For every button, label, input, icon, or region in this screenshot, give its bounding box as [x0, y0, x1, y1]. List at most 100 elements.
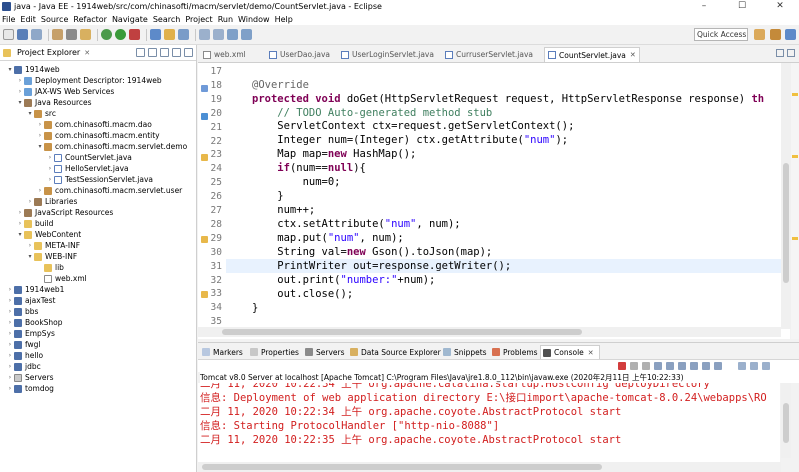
close-icon[interactable]: ✕: [84, 49, 90, 57]
menu-run[interactable]: Run: [218, 15, 233, 24]
forward-icon[interactable]: [241, 29, 252, 40]
tree-item[interactable]: ▾ com.chinasofti.macm.servlet.demo: [36, 141, 187, 152]
expand-arrow-icon[interactable]: ›: [16, 77, 24, 84]
tree-item[interactable]: › com.chinasofti.macm.servlet.user: [36, 185, 182, 196]
scroll-thumb[interactable]: [783, 163, 789, 283]
menu-file[interactable]: File: [2, 15, 15, 24]
project-explorer-tab[interactable]: Project Explorer ✕: [0, 45, 196, 61]
expand-arrow-icon[interactable]: ›: [6, 319, 14, 326]
collapse-arrow-icon[interactable]: ▾: [16, 99, 24, 106]
tree-item[interactable]: › fwgl: [6, 339, 41, 350]
tab-userloginservlet-java[interactable]: UserLoginServlet.java: [338, 47, 440, 62]
tree-item[interactable]: › Libraries: [26, 196, 78, 207]
tab-problems[interactable]: Problems: [490, 345, 538, 359]
tree-item[interactable]: ▾ src: [26, 108, 55, 119]
expand-arrow-icon[interactable]: ›: [6, 330, 14, 337]
tab-web-xml[interactable]: web.xml: [200, 47, 264, 62]
tab-curruserservlet-java[interactable]: CurruserServlet.java: [442, 47, 542, 62]
menu-project[interactable]: Project: [185, 15, 212, 24]
maximize-editor-icon[interactable]: [787, 49, 795, 57]
menu-edit[interactable]: Edit: [20, 15, 36, 24]
debug-icon[interactable]: [101, 29, 112, 40]
tree-item[interactable]: › HelloServlet.java: [46, 163, 129, 174]
tree-item[interactable]: › 1914web1: [6, 284, 65, 295]
collapse-arrow-icon[interactable]: ▾: [16, 231, 24, 238]
collapse-arrow-icon[interactable]: ▾: [26, 110, 34, 117]
tree-item[interactable]: › ajaxTest: [6, 295, 56, 306]
expand-arrow-icon[interactable]: ›: [26, 242, 34, 249]
warning-overview-mark[interactable]: [792, 93, 798, 96]
remove-all-icon[interactable]: [642, 362, 650, 370]
tab-markers[interactable]: Markers: [200, 345, 243, 359]
collapse-all-icon[interactable]: [136, 48, 145, 57]
word-wrap-icon[interactable]: [678, 362, 686, 370]
build-icon[interactable]: [52, 29, 63, 40]
collapse-arrow-icon[interactable]: ▾: [36, 143, 44, 150]
minimize-view-icon[interactable]: [750, 362, 758, 370]
close-window-button[interactable]: ✕: [761, 0, 799, 13]
display-console-icon[interactable]: [702, 362, 710, 370]
tree-item[interactable]: ▾ Java Resources: [16, 97, 91, 108]
tab-data-source-explorer[interactable]: Data Source Explorer: [348, 345, 441, 359]
menu-refactor[interactable]: Refactor: [73, 15, 107, 24]
view-menu-icon[interactable]: [160, 48, 169, 57]
scroll-lock-icon[interactable]: [666, 362, 674, 370]
tree-item[interactable]: › com.chinasofti.macm.dao: [36, 119, 152, 130]
collapse-arrow-icon[interactable]: ▾: [26, 253, 34, 260]
close-tab-icon[interactable]: ✕: [588, 349, 594, 357]
tab-console[interactable]: Console ✕: [540, 345, 600, 359]
back-icon[interactable]: [227, 29, 238, 40]
expand-arrow-icon[interactable]: ›: [6, 341, 14, 348]
new-icon[interactable]: [3, 29, 14, 40]
tree-item[interactable]: › BookShop: [6, 317, 63, 328]
close-tab-icon[interactable]: ✕: [630, 51, 636, 59]
quick-access-field[interactable]: Quick Access: [694, 28, 748, 41]
new-class-icon[interactable]: [150, 29, 161, 40]
open-type-icon[interactable]: [164, 29, 175, 40]
tab-snippets[interactable]: Snippets: [441, 345, 487, 359]
collapse-arrow-icon[interactable]: ▾: [6, 66, 14, 73]
save-all-icon[interactable]: [31, 29, 42, 40]
tree-item[interactable]: › Servers: [6, 372, 54, 383]
java-perspective-icon[interactable]: [785, 29, 796, 40]
editor-vertical-scrollbar[interactable]: [781, 63, 791, 329]
tree-item[interactable]: › CountServlet.java: [46, 152, 132, 163]
expand-arrow-icon[interactable]: ›: [36, 121, 44, 128]
code-editor[interactable]: 17 18 19 20 21 22 23 24 25 26 27 28 29 30 31 32 33 34 35 @…: [198, 63, 790, 339]
clear-console-icon[interactable]: [654, 362, 662, 370]
console-vertical-scrollbar[interactable]: [781, 383, 791, 458]
tree-item[interactable]: › META-INF: [26, 240, 80, 251]
link-editor-icon[interactable]: [148, 48, 157, 57]
expand-arrow-icon[interactable]: ›: [6, 374, 14, 381]
tree-item[interactable]: › com.chinasofti.macm.entity: [36, 130, 160, 141]
maximize-view-icon[interactable]: [762, 362, 770, 370]
scroll-thumb[interactable]: [222, 329, 582, 335]
minimize-view-icon[interactable]: [172, 48, 181, 57]
tree-item[interactable]: web.xml: [36, 273, 87, 284]
expand-arrow-icon[interactable]: ›: [6, 385, 14, 392]
open-console-icon[interactable]: [714, 362, 722, 370]
expand-arrow-icon[interactable]: ›: [6, 286, 14, 293]
menu-window[interactable]: Window: [238, 15, 270, 24]
expand-arrow-icon[interactable]: ›: [6, 308, 14, 315]
minimize-editor-icon[interactable]: [776, 49, 784, 57]
minimize-button[interactable]: –: [685, 0, 723, 13]
tab-servers[interactable]: Servers: [303, 345, 345, 359]
expand-arrow-icon[interactable]: ›: [46, 154, 54, 161]
expand-arrow-icon[interactable]: ›: [46, 165, 54, 172]
tree-item[interactable]: › bbs: [6, 306, 39, 317]
pin-console-icon[interactable]: [690, 362, 698, 370]
previous-annotation-icon[interactable]: [199, 29, 210, 40]
expand-arrow-icon[interactable]: ›: [36, 187, 44, 194]
tree-item[interactable]: ▾ WebContent: [16, 229, 81, 240]
maximize-view-icon[interactable]: [184, 48, 193, 57]
save-icon[interactable]: [17, 29, 28, 40]
run-icon[interactable]: [115, 29, 126, 40]
expand-arrow-icon[interactable]: ›: [16, 220, 24, 227]
tree-item[interactable]: › build: [16, 218, 54, 229]
tree-item[interactable]: › JavaScript Resources: [16, 207, 113, 218]
warning-overview-mark[interactable]: [792, 237, 798, 240]
expand-arrow-icon[interactable]: ›: [46, 176, 54, 183]
tree-item[interactable]: ▾ 1914web: [6, 64, 59, 75]
editor-horizontal-scrollbar[interactable]: [198, 327, 781, 337]
